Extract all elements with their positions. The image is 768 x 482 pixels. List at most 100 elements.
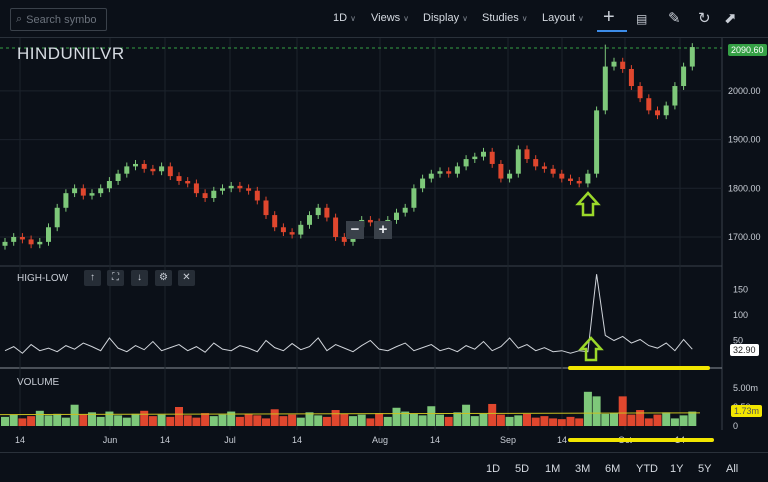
volume-bar xyxy=(140,410,149,426)
volume-bar xyxy=(636,410,645,426)
volume-bar xyxy=(9,414,18,426)
candle xyxy=(324,207,330,218)
candle xyxy=(115,173,121,181)
volume-bar xyxy=(105,411,114,426)
candle xyxy=(559,173,565,179)
candle xyxy=(272,215,278,228)
volume-bar xyxy=(253,415,262,426)
candle xyxy=(481,151,486,157)
candle xyxy=(568,178,573,181)
volume-bar xyxy=(349,416,357,426)
candle xyxy=(541,166,547,169)
candle xyxy=(594,110,600,174)
volume-bar xyxy=(601,413,610,426)
volume-bar xyxy=(653,414,662,426)
range-1d[interactable]: 1D xyxy=(486,463,500,475)
volume-bar xyxy=(357,414,366,426)
candle xyxy=(80,188,86,196)
last-price-tag: 2090.60 xyxy=(728,44,767,56)
volume-last-tag: 1.73m xyxy=(731,405,763,417)
volume-bar xyxy=(540,416,549,426)
volume-bar xyxy=(531,417,540,426)
candle xyxy=(655,110,660,116)
volume-bar xyxy=(575,418,584,426)
volume-bar xyxy=(44,415,53,426)
range-ytd[interactable]: YTD xyxy=(636,463,658,475)
volume-bar xyxy=(244,413,253,426)
volume-bar xyxy=(392,407,401,426)
volume-bar xyxy=(35,410,44,426)
volume-bar xyxy=(305,412,314,426)
x-tick-label: 14 xyxy=(292,435,302,445)
maximize-button[interactable]: ⛶ xyxy=(107,270,124,286)
range-3m[interactable]: 3M xyxy=(575,463,590,475)
candle xyxy=(263,200,269,216)
volume-bar xyxy=(262,418,270,426)
zoom-out-button[interactable]: − xyxy=(346,221,364,239)
range-1y[interactable]: 1Y xyxy=(670,463,683,475)
volume-bar xyxy=(662,412,671,426)
candle xyxy=(89,193,95,196)
volume-panel-title: VOLUME xyxy=(17,377,60,388)
candle xyxy=(637,86,643,99)
volume-bar xyxy=(314,415,323,426)
volume-tick-label: 0 xyxy=(733,421,738,431)
volume-bar xyxy=(549,418,558,426)
volume-bar xyxy=(70,404,79,426)
volume-bar xyxy=(523,413,531,426)
volume-bar xyxy=(566,416,575,426)
volume-bar xyxy=(479,413,488,426)
candle xyxy=(576,180,582,184)
price-tick-label: 1700.00 xyxy=(728,232,761,242)
highlow-last-tag: 32.90 xyxy=(730,344,759,356)
settings-button[interactable]: ⚙ xyxy=(155,270,172,286)
candle xyxy=(307,215,312,225)
range-5y[interactable]: 5Y xyxy=(698,463,711,475)
candle xyxy=(367,219,373,223)
range-5d[interactable]: 5D xyxy=(515,463,529,475)
price-tick-label: 1900.00 xyxy=(728,135,761,145)
candle xyxy=(524,149,530,160)
candle xyxy=(54,207,60,228)
volume-bar xyxy=(96,416,105,426)
move-down-button[interactable]: ↓ xyxy=(131,270,148,286)
volume-bar xyxy=(514,415,523,426)
volume-bar xyxy=(427,406,436,426)
volume-bar xyxy=(201,413,210,426)
candle xyxy=(237,185,243,189)
volume-bar xyxy=(583,391,592,426)
volume-bar xyxy=(235,416,244,426)
volume-bar xyxy=(218,414,227,426)
volume-bar xyxy=(688,411,697,426)
candle xyxy=(63,193,69,208)
candle xyxy=(585,173,591,184)
volume-bar xyxy=(670,418,679,426)
range-1m[interactable]: 1M xyxy=(545,463,560,475)
candle xyxy=(37,241,43,245)
candle xyxy=(507,173,513,179)
range-all[interactable]: All xyxy=(726,463,738,475)
zoom-in-button[interactable]: + xyxy=(374,221,392,239)
close-panel-button[interactable]: ✕ xyxy=(178,270,195,286)
candle xyxy=(411,188,417,208)
candle xyxy=(533,159,539,167)
x-tick-label: Jun xyxy=(103,435,118,445)
candle xyxy=(124,166,130,174)
x-tick-label: Sep xyxy=(500,435,516,445)
price-tick-label: 1800.00 xyxy=(728,183,761,193)
volume-bar xyxy=(322,416,331,426)
candle xyxy=(185,180,191,184)
volume-bar xyxy=(627,414,636,426)
candle xyxy=(454,166,460,174)
volume-bar xyxy=(209,416,218,426)
range-6m[interactable]: 6M xyxy=(605,463,620,475)
move-up-button[interactable]: ↑ xyxy=(84,270,101,286)
candle xyxy=(489,151,495,164)
candle xyxy=(46,227,51,242)
volume-bar xyxy=(53,413,62,426)
highlow-tick-label: 100 xyxy=(733,310,748,320)
highlow-tick-label: 150 xyxy=(733,285,748,295)
candle xyxy=(106,180,112,189)
volume-bar xyxy=(340,413,349,426)
candle xyxy=(141,163,147,169)
